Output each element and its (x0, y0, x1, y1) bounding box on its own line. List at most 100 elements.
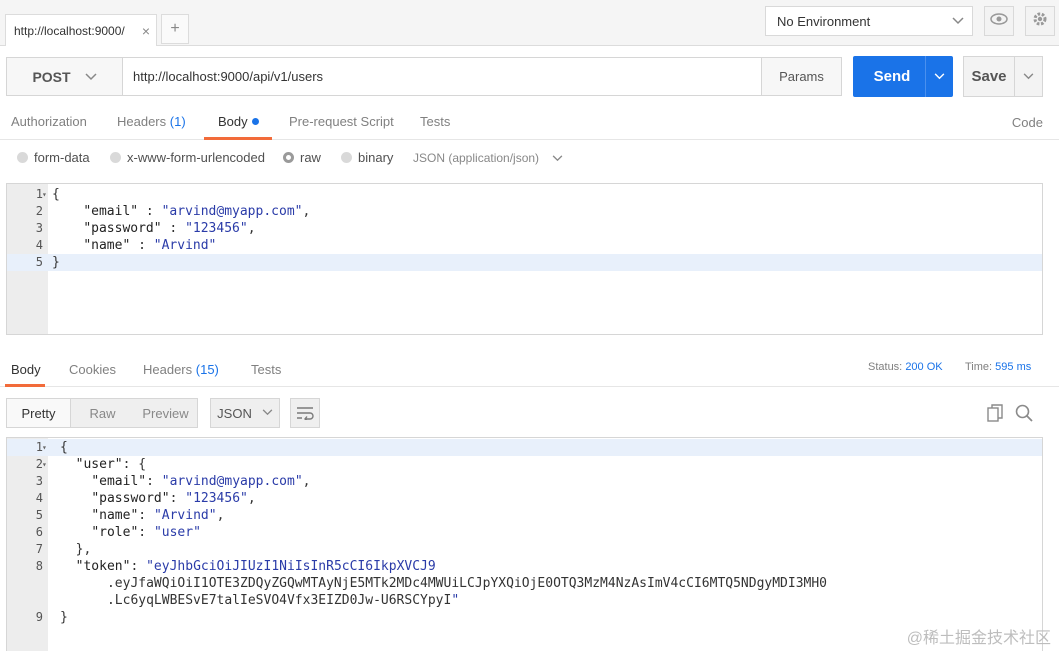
status-label: Status: (868, 361, 903, 373)
search-icon[interactable] (1014, 403, 1034, 423)
environment-label: No Environment (777, 13, 871, 29)
code-line: 9} (7, 609, 1042, 626)
format-label: JSON (217, 405, 252, 421)
code-line: .Lc6yqLWBESvE7talIeSVO4Vfx3EIZD0Jw-U6RSC… (7, 592, 1042, 609)
environment-select[interactable]: No Environment (765, 6, 973, 36)
line-number: 9 (35, 610, 43, 624)
radio-urlencoded[interactable]: x-www-form-urlencoded (110, 150, 265, 165)
save-button[interactable]: Save (963, 56, 1043, 97)
code-line: 2 ▾ "user": { (7, 456, 1042, 473)
time-value: 595 ms (995, 361, 1032, 373)
code-line: 3 "email": "arvind@myapp.com", (7, 473, 1042, 490)
close-icon[interactable]: × (136, 23, 156, 39)
new-tab-button[interactable]: + (161, 14, 189, 44)
request-body-editor[interactable]: 1 ▾{2 "email" : "arvind@myapp.com", 3 "pas… (6, 183, 1043, 335)
radio-label: raw (300, 150, 321, 165)
radio-label: form-data (34, 150, 90, 165)
status-value: 200 OK (905, 361, 943, 373)
tab-tests[interactable]: Tests (420, 114, 450, 129)
radio-label: binary (358, 150, 394, 165)
manage-environments-button[interactable] (1025, 6, 1055, 36)
response-view-bar: Pretty Raw Preview JSON (6, 398, 320, 428)
radio-circle (110, 152, 121, 163)
radio-circle (341, 152, 352, 163)
radio-raw[interactable]: raw (283, 150, 321, 165)
fold-toggle-icon[interactable]: ▾ (42, 439, 47, 456)
code-text: "password": "123456", (91, 491, 256, 506)
format-select[interactable]: JSON (210, 398, 280, 428)
tab-response-body[interactable]: Body (11, 362, 41, 377)
environment-quick-look-button[interactable] (984, 6, 1014, 36)
line-number: 4 (35, 491, 43, 505)
line-number: 2 (35, 457, 43, 471)
code-line: .eyJfaWQiOiI1OTE3ZDQyZGQwMTAyNjE5MTk2MDc… (7, 575, 1042, 592)
fold-toggle-icon[interactable]: ▾ (42, 456, 47, 473)
radio-binary[interactable]: binary (341, 150, 393, 165)
code-line: 8 "token": "eyJhbGciOiJIUzI1NiIsInR5cCI6… (7, 558, 1042, 575)
method-label: POST (32, 68, 71, 85)
view-mode-group: Pretty Raw Preview (6, 398, 198, 428)
view-pretty-button[interactable]: Pretty (7, 399, 71, 427)
line-number: 8 (35, 559, 43, 573)
copy-icon[interactable] (985, 403, 1005, 423)
tab-pre-request-script[interactable]: Pre-request Script (289, 114, 394, 129)
code-text: { (60, 440, 68, 455)
code-text: "token": "eyJhbGciOiJIUzI1NiIsInR5cCI6Ik… (75, 559, 436, 574)
chevron-down-icon (549, 153, 563, 165)
line-number: 1 (35, 440, 43, 454)
chevron-down-icon (944, 14, 972, 28)
tab-authorization[interactable]: Authorization (11, 114, 87, 129)
code-text: "name": "Arvind", (91, 508, 225, 523)
tab-cookies[interactable]: Cookies (69, 362, 116, 377)
response-body-viewer[interactable]: 1 ▾{2 ▾ "user": {3 "email": "arvind@myapp.… (6, 437, 1043, 651)
code-line: 4 "name" : "Arvind" (7, 237, 1042, 254)
url-input[interactable]: http://localhost:9000/api/v1/users (123, 58, 761, 95)
line-number: 1 (35, 187, 43, 201)
send-options-button[interactable] (925, 56, 953, 97)
code-line: 4 "password": "123456", (7, 490, 1042, 507)
code-line: 5 "name": "Arvind", (7, 507, 1042, 524)
method-select[interactable]: POST (7, 58, 123, 95)
tab-test-results[interactable]: Tests (251, 362, 281, 377)
request-tab[interactable]: http://localhost:9000/ × (5, 14, 157, 46)
code-line: 2 "email" : "arvind@myapp.com", (7, 203, 1042, 220)
send-label: Send (873, 68, 911, 85)
tab-bar: http://localhost:9000/ × + No Environmen… (0, 0, 1059, 46)
content-type-label: JSON (application/json) (413, 151, 540, 165)
fold-toggle-icon[interactable]: ▾ (42, 186, 47, 203)
params-button[interactable]: Params (761, 58, 841, 95)
line-number: 7 (35, 542, 43, 556)
code-line: 1 ▾ { (7, 439, 1042, 456)
view-raw-button[interactable]: Raw (71, 399, 134, 427)
tab-response-headers[interactable]: Headers (15) (143, 362, 219, 377)
view-preview-button[interactable]: Preview (134, 399, 197, 427)
save-options-button[interactable] (1014, 57, 1042, 96)
chevron-down-icon (262, 407, 273, 419)
gear-icon (1032, 11, 1048, 32)
send-button[interactable]: Send (853, 56, 953, 97)
chevron-down-icon (1023, 73, 1034, 80)
modified-dot-icon (251, 118, 259, 125)
request-tab-title: http://localhost:9000/ (14, 23, 125, 38)
radio-label: x-www-form-urlencoded (127, 150, 265, 165)
content-type-select[interactable]: JSON (application/json) (413, 151, 563, 165)
code-text: "role": "user" (91, 525, 201, 540)
wrap-lines-button[interactable] (290, 398, 320, 428)
wrap-lines-icon (297, 407, 314, 420)
active-tab-indicator (204, 137, 272, 140)
tab-headers[interactable]: Headers (1) (117, 114, 186, 129)
headers-count: (1) (169, 114, 186, 129)
chevron-down-icon (85, 70, 97, 84)
request-tabs: Authorization Headers (1) Body Pre-reque… (0, 106, 1059, 140)
code-line: 1 ▾ { (7, 186, 1042, 203)
tab-body[interactable]: Body (218, 114, 259, 129)
radio-circle-selected (283, 152, 294, 163)
line-number: 3 (35, 474, 43, 488)
line-number: 2 (35, 204, 43, 218)
save-label: Save (971, 68, 1007, 85)
code-text: } (52, 255, 60, 270)
chevron-down-icon (934, 73, 945, 80)
code-text: "password" : "123456", (83, 221, 256, 236)
code-link[interactable]: Code (1012, 115, 1043, 130)
radio-form-data[interactable]: form-data (17, 150, 90, 165)
